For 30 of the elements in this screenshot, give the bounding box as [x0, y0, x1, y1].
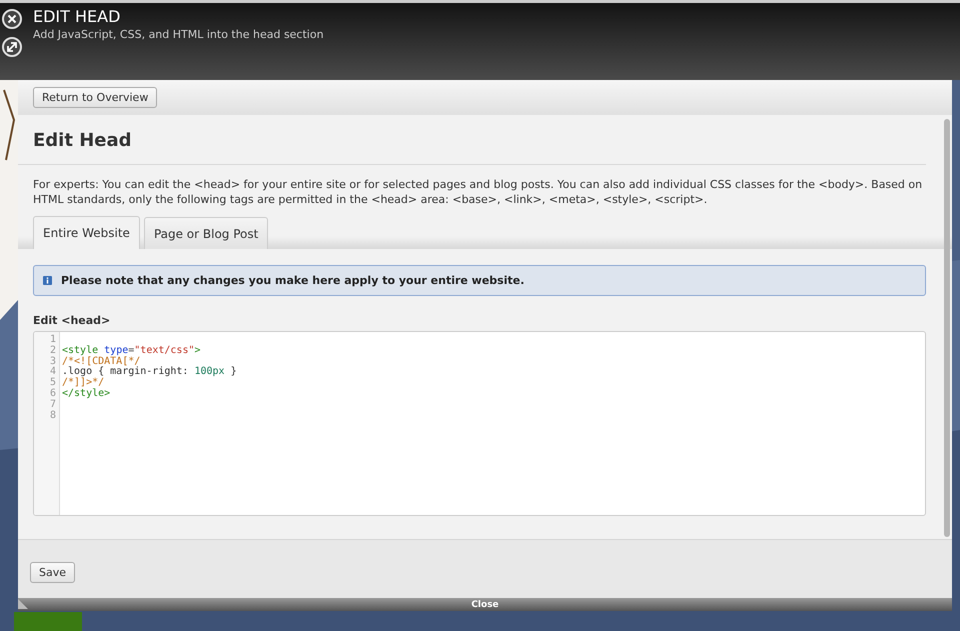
background-panel: [14, 612, 82, 631]
line-number: 1: [50, 335, 56, 346]
code-editor[interactable]: 1 2 3 4 5 6 7 8 <style type="text/css"> /*<![CDATA[*/ .logo { margin-right: 100px } /*]]>*/ </style>: [33, 331, 926, 516]
line-number: 5: [50, 378, 56, 388]
dialog-subtitle: Add JavaScript, CSS, and HTML into the head section: [33, 28, 324, 41]
line-number: 2: [50, 346, 56, 356]
dialog-title: EDIT HEAD: [33, 7, 122, 26]
close-bar[interactable]: Close: [18, 598, 952, 611]
notice-text: Please note that any changes you make here apply to your entire website.: [61, 274, 524, 287]
code-line: </style>: [62, 388, 110, 399]
line-number: 8: [50, 410, 56, 422]
code-line: <style type="text/css">: [62, 344, 201, 356]
scrollbar[interactable]: [944, 119, 950, 537]
line-number: 7: [50, 400, 56, 410]
save-button[interactable]: Save: [30, 562, 76, 582]
code-line: /*<![CDATA[*/: [62, 356, 140, 367]
description-text: For experts: You can edit the <head> for your entire site or for selected pages and blog posts. You can also add individual CSS classes for the <body>. Based on HTML standards, only the following tags are permitted in the <head> area: <base>, <link>, <meta>, <style>, <script>.: [33, 177, 924, 207]
expand-icon[interactable]: [2, 37, 22, 57]
info-icon: [43, 276, 52, 285]
code-line: /*]]>*/: [62, 377, 104, 388]
page-title: Edit Head: [33, 129, 133, 153]
line-number: 4: [50, 367, 56, 378]
code-line: .logo { margin-right: 100px }: [62, 366, 237, 378]
tab[interactable]: Page or Blog Post: [144, 217, 268, 249]
close-icon[interactable]: [2, 9, 22, 29]
editor-label: Edit <head>: [33, 314, 112, 327]
line-number: 6: [50, 388, 56, 400]
line-number: 3: [50, 356, 56, 367]
return-button[interactable]: Return to Overview: [33, 87, 158, 108]
tab[interactable]: Entire Website: [33, 216, 140, 249]
